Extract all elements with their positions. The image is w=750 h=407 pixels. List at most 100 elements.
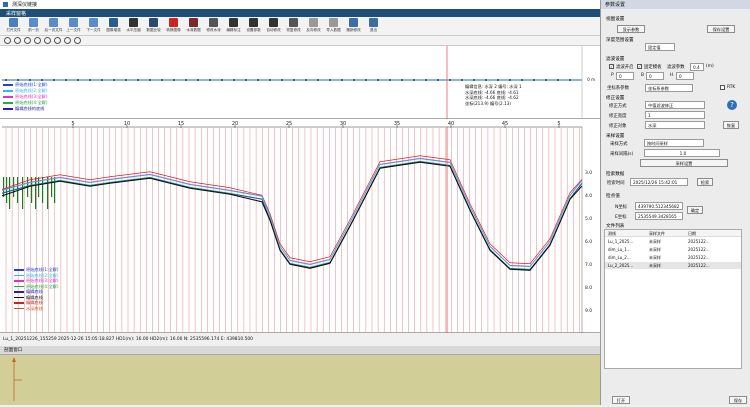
toolbar-button-13[interactable]: 自动修改 [264, 18, 283, 35]
track-point [41, 79, 43, 81]
legend-label: 原始底线(1:全解) [15, 82, 48, 87]
toolbar-icon [129, 18, 138, 27]
coord-select[interactable]: 坐标系参数 [645, 84, 693, 92]
zoom-in-icon[interactable] [4, 37, 11, 44]
toolbar-button-9[interactable]: 水深数据 [184, 18, 203, 35]
track-point [473, 79, 475, 81]
save-button[interactable]: 保存 [729, 396, 747, 404]
toolbar-button-0[interactable]: 打开文件 [4, 18, 23, 35]
track-point [293, 79, 295, 81]
track-point [149, 79, 151, 81]
file-list[interactable]: 测线 采样文件 日期 Lu_1_2025... 未采样 2025122... d… [604, 229, 742, 369]
n-input[interactable]: 439790.512345682 [635, 202, 683, 210]
toolbar-button-10[interactable]: 修改水深 [204, 18, 223, 35]
zoom-reset-icon[interactable] [54, 37, 61, 44]
toolbar-button-17[interactable]: 撤销修改 [344, 18, 363, 35]
tab-sampling[interactable]: 采样窗格 [6, 10, 26, 17]
toolbar-button-7[interactable]: 数据比较 [144, 18, 163, 35]
rtk-checkbox[interactable] [720, 85, 725, 90]
track-point [101, 79, 103, 81]
track-overview-panel[interactable]: 原始底线(1:全解) 原始底线(2:全解) 原始底线(3:全解) 原始底线(4:全解)… [0, 46, 600, 119]
table-row[interactable]: Lu_2_2025... 未采样 2025122... [605, 262, 741, 269]
zoom-fit-icon[interactable] [24, 37, 31, 44]
zoom-out-icon[interactable] [14, 37, 21, 44]
toolbar-icon [229, 18, 238, 27]
track-point [413, 79, 415, 81]
wave-mode-select[interactable]: 中值滤波修正 [645, 101, 705, 109]
range-select[interactable]: 固定值 [645, 43, 675, 51]
measure-icon[interactable] [74, 37, 81, 44]
legend-label: 原始底线(3:全解) [15, 94, 48, 99]
toolbar-button-4[interactable]: 下一文件 [84, 18, 103, 35]
y-tick-label: 9.0 [585, 308, 592, 314]
track-point [377, 79, 379, 81]
rtk-label: RTK [727, 85, 736, 90]
table-row[interactable]: dim_Lu_1... 未采样 2025122... [605, 246, 741, 253]
pan-icon[interactable] [64, 37, 71, 44]
profile-line [1, 157, 583, 267]
main-toolbar: 打开文件 前一页 后一页文件 上一文件 下一文件 图像增强 水平压缩 数据比较 转换图像 水深数据… [0, 17, 600, 36]
b-input[interactable]: 0 [646, 72, 664, 80]
confirm-button[interactable]: 确定 [687, 206, 703, 214]
toolbar-button-8[interactable]: 转换图像 [164, 18, 183, 35]
revert-button[interactable]: 恢复 [723, 121, 739, 129]
toolbar-button-6[interactable]: 水平压缩 [124, 18, 143, 35]
toolbar-button-14[interactable]: 恢复修改 [284, 18, 303, 35]
legend-swatch [14, 274, 24, 277]
legend-label: 原始底线(3:全解) [26, 278, 59, 283]
help-icon[interactable]: ? [727, 100, 737, 110]
zoom-y-icon[interactable] [44, 37, 51, 44]
template-checkbox[interactable]: ✓ [637, 64, 642, 69]
save-settings-button[interactable]: 保存设置 [707, 25, 735, 33]
toolbar-button-2[interactable]: 后一页文件 [44, 18, 63, 35]
h-input[interactable]: 0 [676, 72, 694, 80]
toolbar-button-18[interactable]: 退出 [364, 18, 383, 35]
profile-subwindow[interactable] [0, 355, 600, 405]
wave-obj-select[interactable]: 水深 [645, 121, 705, 129]
status-text: Lu_1_20251226_155259 2025-12-26 15:05:18… [3, 337, 253, 342]
search-button[interactable]: 检索 [697, 178, 713, 186]
wave-width-select[interactable]: 1 [645, 111, 705, 119]
toolbar-icon [249, 18, 258, 27]
status-bar: Lu_1_20251226_155259 2025-12-26 15:05:18… [0, 333, 600, 346]
file-date: 2025122... [688, 263, 710, 268]
section-coord: 检点值 [606, 194, 620, 199]
toolbar-button-15[interactable]: 反向修改 [304, 18, 323, 35]
toolbar-icon [189, 18, 198, 27]
track-point [197, 79, 199, 81]
section-range: 深度范围设置 [606, 38, 634, 43]
toolbar-button-1[interactable]: 前一页 [24, 18, 43, 35]
e-label: E坐标 [615, 215, 627, 220]
sample-interval-input[interactable]: 1.0 [644, 149, 720, 157]
toolbar-label: 数据比较 [146, 28, 161, 32]
display-params-button[interactable]: 显示参数 [617, 25, 645, 33]
filter-step-input[interactable]: 0.4 [690, 63, 704, 71]
toolbar-icon [309, 18, 318, 27]
track-point [569, 79, 571, 81]
p-input[interactable]: 0 [616, 72, 634, 80]
filter-checkbox[interactable]: ✓ [609, 64, 614, 69]
table-row[interactable]: Lu_1_2025... 未采样 2025122... [605, 238, 741, 245]
legend-swatch [3, 90, 13, 92]
track-point [329, 79, 331, 81]
toolbar-button-11[interactable]: 编辑标注 [224, 18, 243, 35]
zoom-x-icon[interactable] [34, 37, 41, 44]
toolbar-icon [209, 18, 218, 27]
sample-settings-button[interactable]: 采样设置 [640, 159, 728, 167]
open-button[interactable]: 打开 [612, 396, 630, 404]
table-row[interactable]: dim_Lu_2... 未采样 2025122... [605, 254, 741, 261]
sounding-profile-svg: 5 10 15 20 25 30 35 40 45 5 3.0 4.0 5.0 6.0 7.0 8.0 9.0 [0, 119, 600, 333]
toolbar-button-3[interactable]: 上一文件 [64, 18, 83, 35]
noise-bar [6, 177, 8, 203]
time-input[interactable]: 2025/12/26 15:42:01 [630, 178, 688, 186]
sample-mode-select[interactable]: 按时间采样 [644, 139, 704, 147]
toolbar-button-16[interactable]: 导入数据 [324, 18, 343, 35]
toolbar-button-5[interactable]: 图像增强 [104, 18, 123, 35]
toolbar-button-12[interactable]: 设置参数 [244, 18, 263, 35]
toolbar-label: 打开文件 [6, 28, 21, 32]
sounding-profile-panel[interactable]: 5 10 15 20 25 30 35 40 45 5 3.0 4.0 5.0 6.0 7.0 8.0 9.0… [0, 119, 600, 333]
track-point [401, 79, 403, 81]
noise-bar [31, 177, 33, 203]
file-sample: 未采样 [649, 263, 661, 268]
e-input[interactable]: 2535549.3428165 [635, 212, 683, 220]
